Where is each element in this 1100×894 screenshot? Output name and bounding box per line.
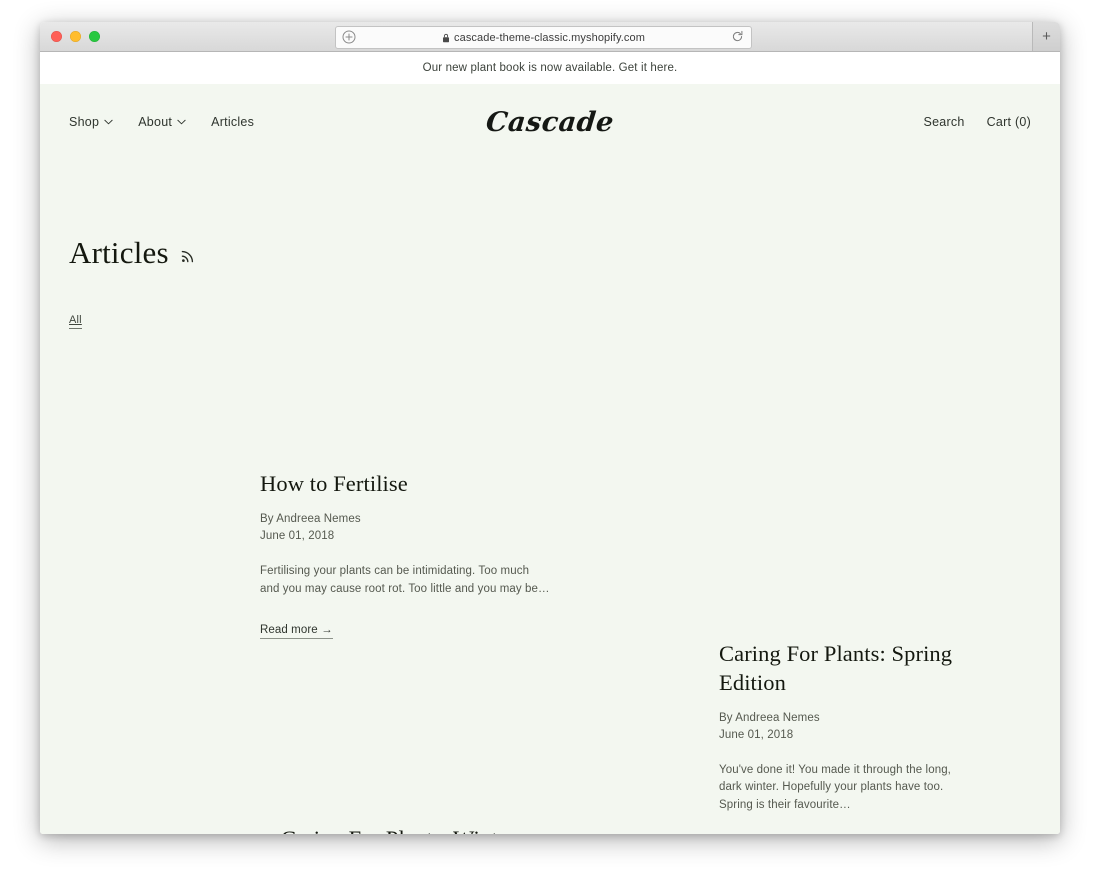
address-bar[interactable]: cascade-theme-classic.myshopify.com bbox=[335, 26, 752, 49]
site-logo[interactable]: Cascade bbox=[40, 107, 1060, 138]
browser-window: cascade-theme-classic.myshopify.com + Ou… bbox=[40, 22, 1060, 834]
article-card: Caring For Plants: Winter Edition By And… bbox=[281, 825, 556, 834]
new-tab-button[interactable]: + bbox=[1032, 22, 1060, 51]
article-author: By Andreea Nemes bbox=[260, 512, 361, 525]
read-more-link[interactable]: Read more → bbox=[260, 624, 333, 639]
tag-filter-all[interactable]: All bbox=[69, 314, 82, 329]
new-tab-label: + bbox=[1042, 28, 1051, 45]
address-bar-content: cascade-theme-classic.myshopify.com bbox=[442, 32, 645, 44]
article-title[interactable]: Caring For Plants: Spring Edition bbox=[719, 640, 959, 698]
lock-icon bbox=[443, 33, 450, 42]
zoom-window-button[interactable] bbox=[89, 31, 100, 42]
cart-label: Cart (0) bbox=[986, 115, 1031, 129]
rss-icon[interactable] bbox=[181, 242, 196, 263]
search-button[interactable]: Search bbox=[924, 115, 965, 129]
arrow-right-icon: → bbox=[321, 623, 333, 636]
article-title[interactable]: Caring For Plants: Winter Edition bbox=[281, 825, 556, 834]
article-date: June 01, 2018 bbox=[719, 729, 794, 742]
browser-titlebar: cascade-theme-classic.myshopify.com + bbox=[40, 22, 1060, 52]
page-info-icon[interactable] bbox=[342, 30, 356, 44]
announcement-text: Our new plant book is now available. Get… bbox=[422, 62, 678, 74]
search-label: Search bbox=[923, 115, 965, 129]
article-excerpt: You've done it! You made it through the … bbox=[719, 763, 951, 812]
article-title[interactable]: How to Fertilise bbox=[260, 470, 550, 499]
announcement-bar[interactable]: Our new plant book is now available. Get… bbox=[40, 52, 1060, 84]
tag-filter-all-label: All bbox=[69, 314, 82, 326]
article-card: Caring For Plants: Spring Edition By And… bbox=[719, 640, 959, 834]
article-card: How to Fertilise By Andreea Nemes June 0… bbox=[260, 470, 550, 639]
reload-icon[interactable] bbox=[731, 30, 744, 43]
read-more-label: Read more bbox=[260, 623, 318, 636]
minimize-window-button[interactable] bbox=[70, 31, 81, 42]
window-traffic-lights bbox=[51, 31, 100, 42]
utility-navigation: Search Cart (0) bbox=[924, 115, 1031, 129]
page-viewport: Our new plant book is now available. Get… bbox=[40, 52, 1060, 834]
page-title-row: Articles bbox=[69, 216, 196, 289]
cart-button[interactable]: Cart (0) bbox=[987, 115, 1031, 129]
address-bar-url: cascade-theme-classic.myshopify.com bbox=[454, 31, 645, 44]
article-date: June 01, 2018 bbox=[260, 530, 335, 543]
site-header: Shop About Articles Cascade Search Cart … bbox=[40, 84, 1060, 160]
article-excerpt: Fertilising your plants can be intimidat… bbox=[260, 564, 550, 595]
close-window-button[interactable] bbox=[51, 31, 62, 42]
page-title: Articles bbox=[69, 234, 169, 270]
article-author: By Andreea Nemes bbox=[719, 711, 820, 724]
